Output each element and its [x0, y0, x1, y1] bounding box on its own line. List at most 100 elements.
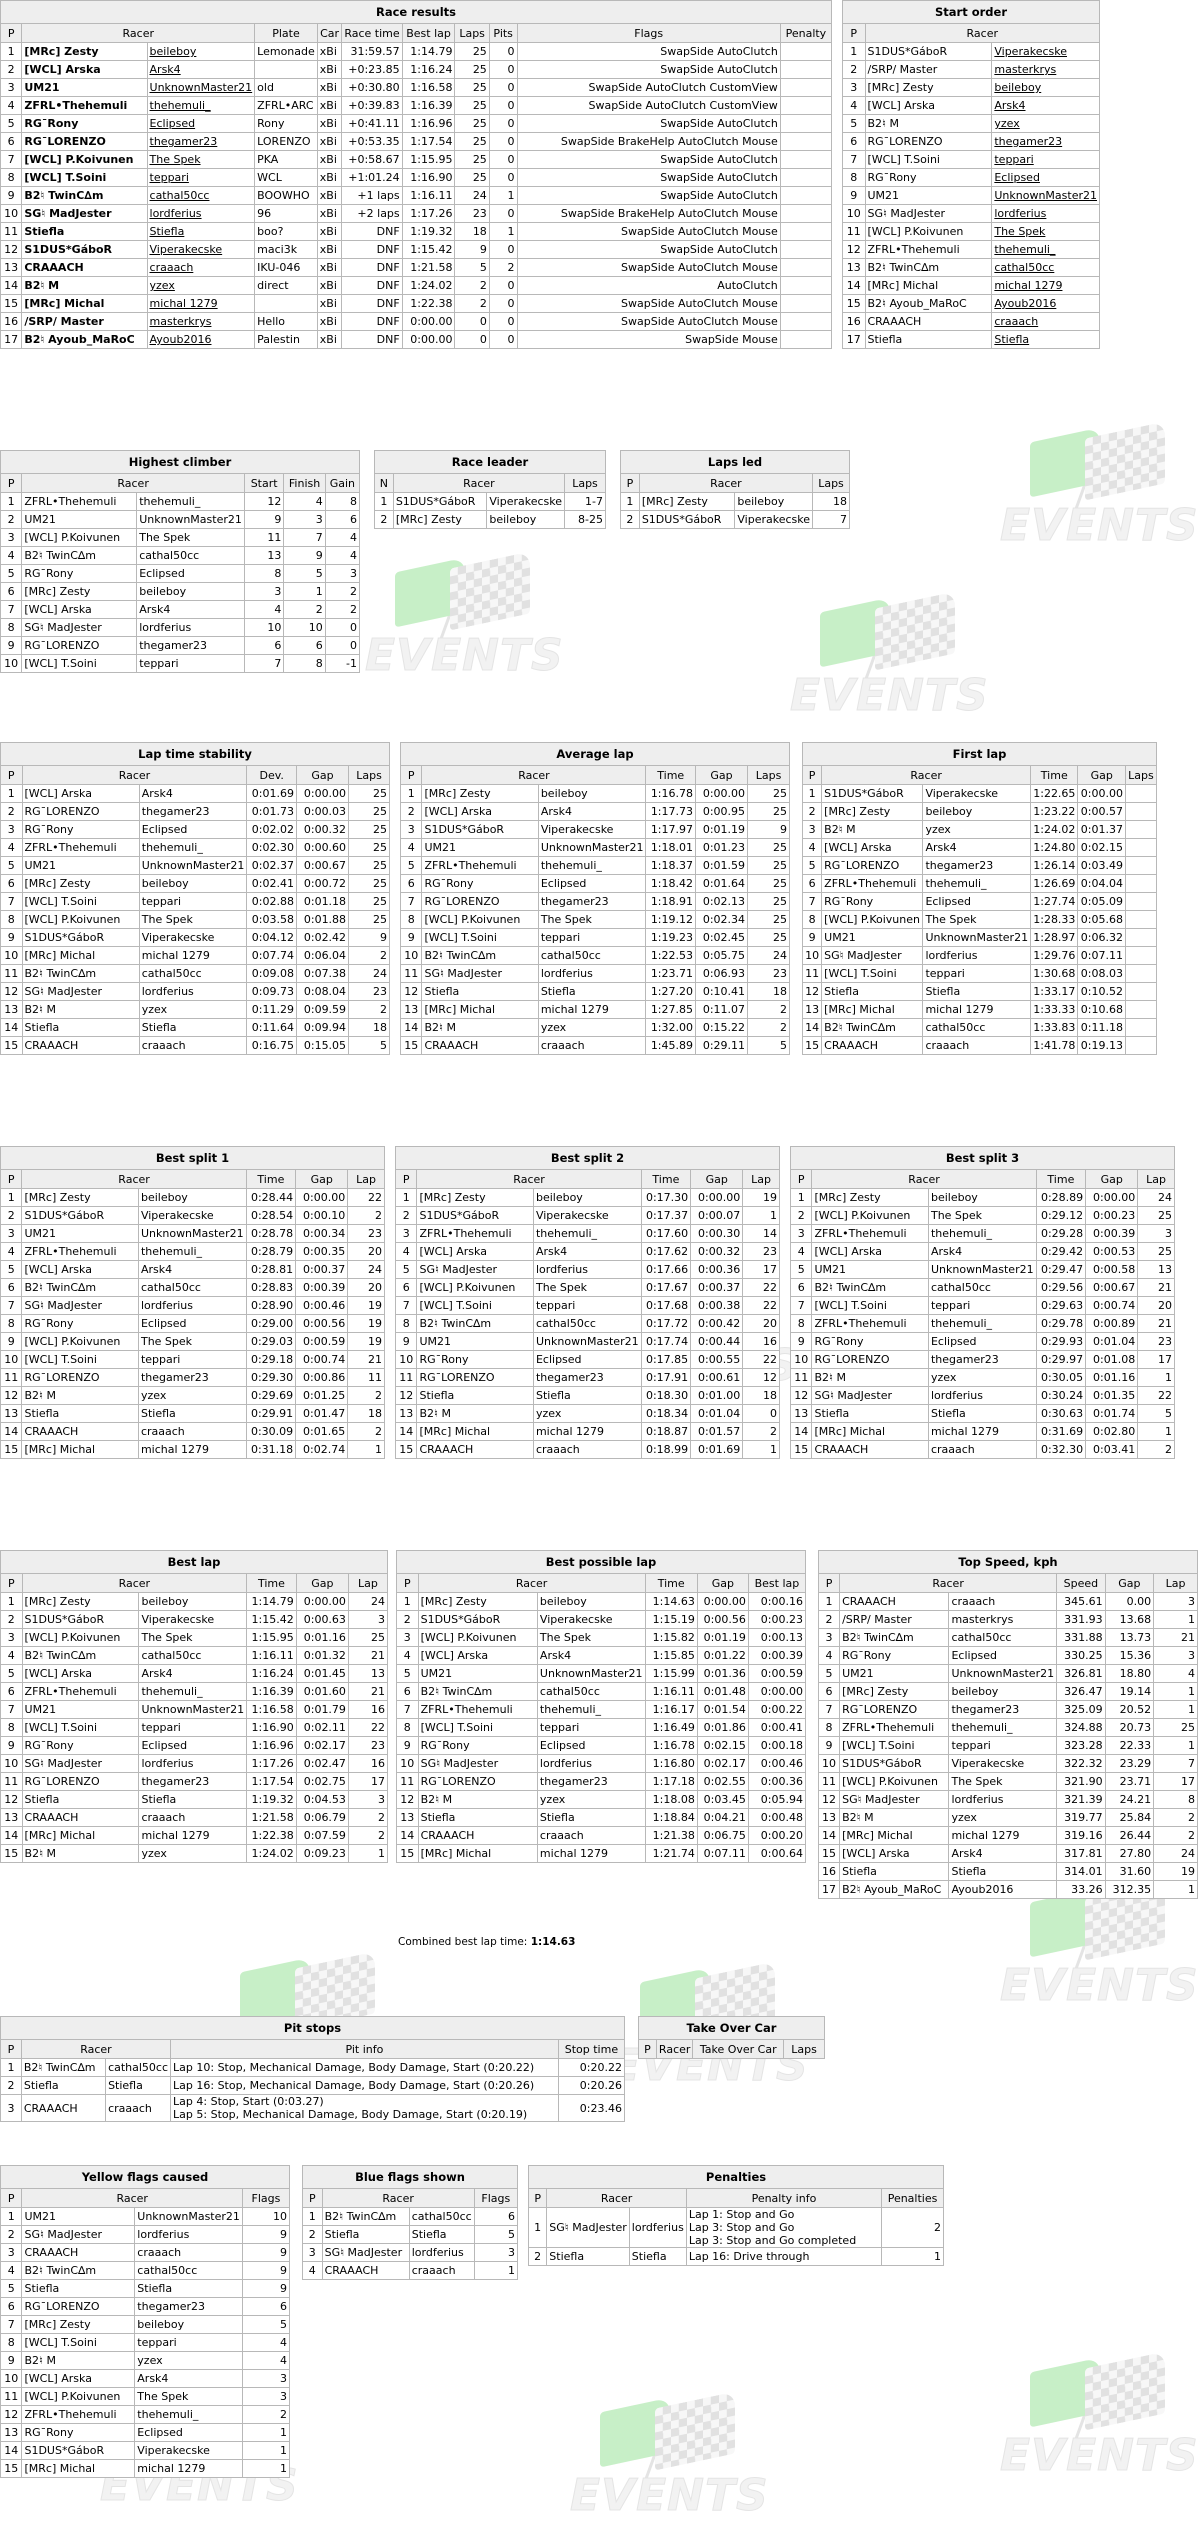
flags-cell: SwapSide AutoClutch [516, 240, 781, 259]
pit-info-cell: Lap 4: Stop, Start (0:03.27) Lap 5: Stop,… [170, 2094, 559, 2122]
gap-cell: 0:00.89 [1085, 1314, 1139, 1333]
gap-cell: 0:02.42 [295, 928, 350, 947]
racer-username[interactable]: thegamer23 [991, 132, 1100, 151]
racer-username[interactable]: cathal50cc [146, 186, 256, 205]
table-row: 10 SG♮ MadJester lordferius [842, 204, 1100, 223]
column-header: Start [243, 473, 285, 493]
speed-cell: 326.81 [1056, 1664, 1106, 1683]
laps-cell: 18 [812, 492, 850, 511]
racer-username[interactable]: craaach [991, 312, 1100, 331]
racer-nickname: CRAAACH [416, 1440, 534, 1459]
column-header: Time [640, 1169, 692, 1189]
column-header: Flags [473, 2188, 519, 2208]
racer-nickname: ZFRL•Thehemuli [21, 492, 138, 511]
flags-cell: 3 [241, 2387, 291, 2406]
p-cell: 4 [0, 2261, 23, 2280]
racer-username[interactable]: Eclipsed [991, 168, 1100, 187]
racer-username: thehemuli_ [536, 1700, 646, 1719]
racer-username[interactable]: Viperakecske [146, 240, 256, 259]
time-cell: 0:17.30 [640, 1188, 692, 1207]
p-cell: 11 [0, 2387, 23, 2406]
racer-username[interactable]: beileboy [146, 42, 256, 61]
p-cell: 9 [0, 186, 23, 205]
racer-username[interactable]: yzex [991, 114, 1100, 133]
pits-cell: 0 [488, 114, 518, 133]
racer-nickname: CRAAACH [21, 1422, 139, 1441]
p-cell: 5 [801, 856, 823, 875]
racer-username: UnknownMaster21 [138, 856, 248, 875]
table-row: 10 S1DUS*GáboR Viperakecske 322.32 23.29 7 [817, 1754, 1198, 1773]
racer-username[interactable]: teppari [991, 150, 1100, 169]
penalties-title: Penalties [528, 2165, 944, 2188]
racer-username: beileboy [536, 1592, 646, 1611]
p-cell: 3 [0, 78, 23, 97]
racer-username[interactable]: Arsk4 [991, 96, 1100, 115]
racer-nickname: B2♮ M [417, 1790, 538, 1809]
racer-username[interactable]: beileboy [991, 78, 1100, 97]
p-cell: 3 [302, 2243, 323, 2262]
racer-username[interactable]: The Spek [991, 222, 1100, 241]
checkered-flag-icon [875, 591, 955, 671]
racer-username[interactable]: Stiefla [146, 222, 256, 241]
p-cell: 4 [396, 1646, 419, 1665]
p-cell: 4 [801, 838, 823, 857]
racer-username[interactable]: masterkrys [991, 60, 1100, 79]
p-cell: 8 [0, 910, 23, 929]
speed-cell: 331.93 [1056, 1610, 1106, 1629]
column-header: Time [1035, 1169, 1087, 1189]
plate-cell: Lemonade [254, 42, 318, 61]
racer-username: The Spek [137, 1332, 247, 1351]
time-cell: 1:18.37 [645, 856, 697, 875]
time-cell: 1:33.33 [1030, 1000, 1079, 1019]
racer-username: Eclipsed [536, 1736, 646, 1755]
best-lap-cell: 1:16.24 [401, 60, 456, 79]
top-speed-title: Top Speed, kph [818, 1550, 1198, 1573]
racer-username: craaach [536, 1826, 646, 1845]
laps-cell: 25 [747, 784, 790, 803]
racer-username[interactable]: michal 1279 [146, 294, 256, 313]
laps-cell: 25 [348, 784, 390, 803]
racer-username[interactable]: The Spek [146, 150, 256, 169]
racer-username[interactable]: Viperakecske [991, 42, 1100, 61]
racer-username[interactable]: thehemuli_ [146, 96, 256, 115]
column-header: Penalty info [685, 2188, 883, 2208]
racer-username[interactable]: craaach [146, 258, 256, 277]
p-cell: 11 [842, 222, 866, 241]
gap-cell: 0:29.11 [695, 1036, 749, 1055]
gap-cell: 0:02.34 [695, 910, 749, 929]
pit-info-cell: Lap 16: Stop, Mechanical Damage, Body Da… [170, 2076, 559, 2095]
racer-username[interactable]: Arsk4 [146, 60, 256, 79]
racer-username[interactable]: lordferius [991, 204, 1100, 223]
racer-username[interactable]: michal 1279 [991, 276, 1100, 295]
table-row: 8 [WCL] P.Koivunen The Spek 0:03.58 0:01.88 2… [0, 910, 390, 929]
lap-cell: 2 [1137, 1440, 1175, 1459]
table-row: 13 Stiefla Stiefla 0:29.91 0:01.47 18 [0, 1404, 385, 1423]
racer-username[interactable]: Stiefla [991, 330, 1100, 349]
p-cell: 1 [394, 1188, 418, 1207]
racer-username[interactable]: thegamer23 [146, 132, 256, 151]
racer-username: thegamer23 [948, 1700, 1058, 1719]
racer-username[interactable]: Ayoub2016 [991, 294, 1100, 313]
column-header: Racer [417, 1573, 646, 1593]
table-row: 9 UM21 UnknownMaster21 0:17.74 0:00.44 16 [394, 1332, 780, 1351]
racer-username[interactable]: thehemuli_ [991, 240, 1100, 259]
header-row: P Racer Time Gap Best lap [396, 1573, 807, 1593]
flags-cell: SwapSide AutoClutch [516, 168, 781, 187]
racer-username[interactable]: UnknownMaster21 [991, 186, 1100, 205]
racer-username: Eclipsed [134, 2423, 243, 2442]
table-row: 4 [WCL] Arska Arsk4 1:15.85 0:01.22 0:00.39 [396, 1646, 807, 1665]
racer-username[interactable]: lordferius [146, 204, 256, 223]
racer-username[interactable]: yzex [146, 276, 256, 295]
racer-username[interactable]: teppari [146, 168, 256, 187]
column-header: Time [1030, 765, 1079, 785]
racer-username[interactable]: cathal50cc [991, 258, 1100, 277]
racer-username[interactable]: Ayoub2016 [146, 330, 256, 349]
racer-username[interactable]: UnknownMaster21 [146, 78, 256, 97]
race-results-title: Race results [0, 0, 832, 23]
racer-username[interactable]: masterkrys [146, 312, 256, 331]
pits-cell: 1 [488, 186, 518, 205]
racer-username[interactable]: Eclipsed [146, 114, 256, 133]
p-cell: 10 [801, 946, 823, 965]
p-cell: 10 [817, 1754, 841, 1773]
lap-cell: 2 [1153, 1826, 1198, 1845]
